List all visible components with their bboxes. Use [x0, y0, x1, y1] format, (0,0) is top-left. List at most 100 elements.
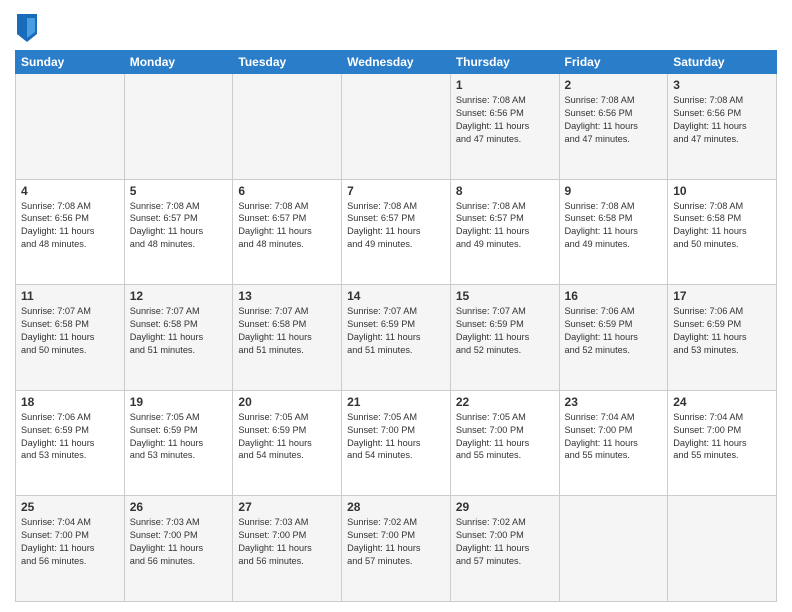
- day-info: Sunrise: 7:03 AM Sunset: 7:00 PM Dayligh…: [238, 516, 336, 568]
- day-info: Sunrise: 7:06 AM Sunset: 6:59 PM Dayligh…: [673, 305, 771, 357]
- day-info: Sunrise: 7:07 AM Sunset: 6:58 PM Dayligh…: [21, 305, 119, 357]
- day-info: Sunrise: 7:05 AM Sunset: 6:59 PM Dayligh…: [130, 411, 228, 463]
- calendar-cell: 11 Sunrise: 7:07 AM Sunset: 6:58 PM Dayli…: [16, 285, 125, 391]
- day-info: Sunrise: 7:08 AM Sunset: 6:56 PM Dayligh…: [21, 200, 119, 252]
- calendar-cell: 5 Sunrise: 7:08 AM Sunset: 6:57 PM Daylig…: [124, 179, 233, 285]
- day-info: Sunrise: 7:07 AM Sunset: 6:59 PM Dayligh…: [347, 305, 445, 357]
- calendar-cell: 3Sunrise: 7:08 AM Sunset: 6:56 PM Daylig…: [668, 74, 777, 180]
- calendar-cell: 1 Sunrise: 7:08 AM Sunset: 6:56 PM Daylig…: [450, 74, 559, 180]
- logo: [15, 14, 41, 42]
- day-info: Sunrise: 7:06 AM Sunset: 6:59 PM Dayligh…: [21, 411, 119, 463]
- day-number: 22: [456, 395, 554, 409]
- page: SundayMondayTuesdayWednesdayThursdayFrid…: [0, 0, 792, 612]
- day-number: 10: [673, 184, 771, 198]
- day-info: Sunrise: 7:08 AM Sunset: 6:57 PM Dayligh…: [130, 200, 228, 252]
- day-info: Sunrise: 7:07 AM Sunset: 6:58 PM Dayligh…: [238, 305, 336, 357]
- day-info: Sunrise: 7:05 AM Sunset: 6:59 PM Dayligh…: [238, 411, 336, 463]
- day-of-week-header: Tuesday: [233, 51, 342, 74]
- calendar-table: SundayMondayTuesdayWednesdayThursdayFrid…: [15, 50, 777, 602]
- calendar-cell: 20 Sunrise: 7:05 AM Sunset: 6:59 PM Dayli…: [233, 390, 342, 496]
- day-number: 18: [21, 395, 119, 409]
- calendar-cell: 18 Sunrise: 7:06 AM Sunset: 6:59 PM Dayli…: [16, 390, 125, 496]
- calendar-cell: 16 Sunrise: 7:06 AM Sunset: 6:59 PM Dayli…: [559, 285, 668, 391]
- day-number: 28: [347, 500, 445, 514]
- calendar-cell: 10 Sunrise: 7:08 AM Sunset: 6:58 PM Dayli…: [668, 179, 777, 285]
- calendar-week-row: 18 Sunrise: 7:06 AM Sunset: 6:59 PM Dayli…: [16, 390, 777, 496]
- calendar-cell: 22 Sunrise: 7:05 AM Sunset: 7:00 PM Dayli…: [450, 390, 559, 496]
- day-of-week-header: Thursday: [450, 51, 559, 74]
- day-number: 19: [130, 395, 228, 409]
- calendar-cell: 21 Sunrise: 7:05 AM Sunset: 7:00 PM Dayli…: [342, 390, 451, 496]
- day-info: Sunrise: 7:08 AM Sunset: 6:58 PM Dayligh…: [565, 200, 663, 252]
- calendar-week-row: 1 Sunrise: 7:08 AM Sunset: 6:56 PM Daylig…: [16, 74, 777, 180]
- calendar-cell: 17 Sunrise: 7:06 AM Sunset: 6:59 PM Dayli…: [668, 285, 777, 391]
- day-of-week-header: Saturday: [668, 51, 777, 74]
- calendar-cell: 4Sunrise: 7:08 AM Sunset: 6:56 PM Daylig…: [16, 179, 125, 285]
- day-number: 6: [238, 184, 336, 198]
- day-number: 24: [673, 395, 771, 409]
- day-info: Sunrise: 7:08 AM Sunset: 6:58 PM Dayligh…: [673, 200, 771, 252]
- day-info: Sunrise: 7:08 AM Sunset: 6:57 PM Dayligh…: [238, 200, 336, 252]
- day-number: 9: [565, 184, 663, 198]
- calendar-week-row: 11 Sunrise: 7:07 AM Sunset: 6:58 PM Dayli…: [16, 285, 777, 391]
- day-number: 13: [238, 289, 336, 303]
- day-info: Sunrise: 7:08 AM Sunset: 6:57 PM Dayligh…: [347, 200, 445, 252]
- calendar-cell: 25Sunrise: 7:04 AM Sunset: 7:00 PM Dayli…: [16, 496, 125, 602]
- calendar-cell: 28 Sunrise: 7:02 AM Sunset: 7:00 PM Dayli…: [342, 496, 451, 602]
- day-number: 2: [565, 78, 663, 92]
- calendar-cell: 13 Sunrise: 7:07 AM Sunset: 6:58 PM Dayli…: [233, 285, 342, 391]
- calendar-cell: 7 Sunrise: 7:08 AM Sunset: 6:57 PM Daylig…: [342, 179, 451, 285]
- calendar-cell: [668, 496, 777, 602]
- day-info: Sunrise: 7:03 AM Sunset: 7:00 PM Dayligh…: [130, 516, 228, 568]
- calendar-cell: 27 Sunrise: 7:03 AM Sunset: 7:00 PM Dayli…: [233, 496, 342, 602]
- day-number: 21: [347, 395, 445, 409]
- day-number: 16: [565, 289, 663, 303]
- calendar-cell: 12Sunrise: 7:07 AM Sunset: 6:58 PM Dayli…: [124, 285, 233, 391]
- calendar-cell: 9 Sunrise: 7:08 AM Sunset: 6:58 PM Daylig…: [559, 179, 668, 285]
- calendar-cell: 15 Sunrise: 7:07 AM Sunset: 6:59 PM Dayli…: [450, 285, 559, 391]
- day-info: Sunrise: 7:05 AM Sunset: 7:00 PM Dayligh…: [456, 411, 554, 463]
- calendar-cell: [124, 74, 233, 180]
- day-number: 1: [456, 78, 554, 92]
- day-of-week-header: Wednesday: [342, 51, 451, 74]
- day-info: Sunrise: 7:08 AM Sunset: 6:56 PM Dayligh…: [565, 94, 663, 146]
- day-of-week-header: Monday: [124, 51, 233, 74]
- day-number: 27: [238, 500, 336, 514]
- calendar-cell: 24Sunrise: 7:04 AM Sunset: 7:00 PM Dayli…: [668, 390, 777, 496]
- calendar-header-row: SundayMondayTuesdayWednesdayThursdayFrid…: [16, 51, 777, 74]
- day-info: Sunrise: 7:06 AM Sunset: 6:59 PM Dayligh…: [565, 305, 663, 357]
- day-number: 29: [456, 500, 554, 514]
- day-info: Sunrise: 7:04 AM Sunset: 7:00 PM Dayligh…: [565, 411, 663, 463]
- calendar-cell: 6 Sunrise: 7:08 AM Sunset: 6:57 PM Daylig…: [233, 179, 342, 285]
- day-info: Sunrise: 7:02 AM Sunset: 7:00 PM Dayligh…: [347, 516, 445, 568]
- day-number: 11: [21, 289, 119, 303]
- calendar-cell: [559, 496, 668, 602]
- day-number: 7: [347, 184, 445, 198]
- calendar-week-row: 25Sunrise: 7:04 AM Sunset: 7:00 PM Dayli…: [16, 496, 777, 602]
- day-number: 15: [456, 289, 554, 303]
- calendar-cell: [342, 74, 451, 180]
- day-number: 8: [456, 184, 554, 198]
- day-info: Sunrise: 7:07 AM Sunset: 6:59 PM Dayligh…: [456, 305, 554, 357]
- calendar-cell: [233, 74, 342, 180]
- day-info: Sunrise: 7:07 AM Sunset: 6:58 PM Dayligh…: [130, 305, 228, 357]
- day-number: 20: [238, 395, 336, 409]
- calendar-cell: 23 Sunrise: 7:04 AM Sunset: 7:00 PM Dayli…: [559, 390, 668, 496]
- day-number: 23: [565, 395, 663, 409]
- day-of-week-header: Friday: [559, 51, 668, 74]
- calendar-week-row: 4Sunrise: 7:08 AM Sunset: 6:56 PM Daylig…: [16, 179, 777, 285]
- calendar-cell: [16, 74, 125, 180]
- day-info: Sunrise: 7:08 AM Sunset: 6:56 PM Dayligh…: [456, 94, 554, 146]
- day-number: 26: [130, 500, 228, 514]
- day-of-week-header: Sunday: [16, 51, 125, 74]
- day-info: Sunrise: 7:05 AM Sunset: 7:00 PM Dayligh…: [347, 411, 445, 463]
- day-info: Sunrise: 7:08 AM Sunset: 6:57 PM Dayligh…: [456, 200, 554, 252]
- calendar-cell: 14Sunrise: 7:07 AM Sunset: 6:59 PM Dayli…: [342, 285, 451, 391]
- day-info: Sunrise: 7:04 AM Sunset: 7:00 PM Dayligh…: [21, 516, 119, 568]
- day-number: 5: [130, 184, 228, 198]
- calendar-cell: 29Sunrise: 7:02 AM Sunset: 7:00 PM Dayli…: [450, 496, 559, 602]
- logo-icon: [17, 14, 37, 42]
- day-number: 3: [673, 78, 771, 92]
- day-number: 17: [673, 289, 771, 303]
- calendar-cell: 26 Sunrise: 7:03 AM Sunset: 7:00 PM Dayli…: [124, 496, 233, 602]
